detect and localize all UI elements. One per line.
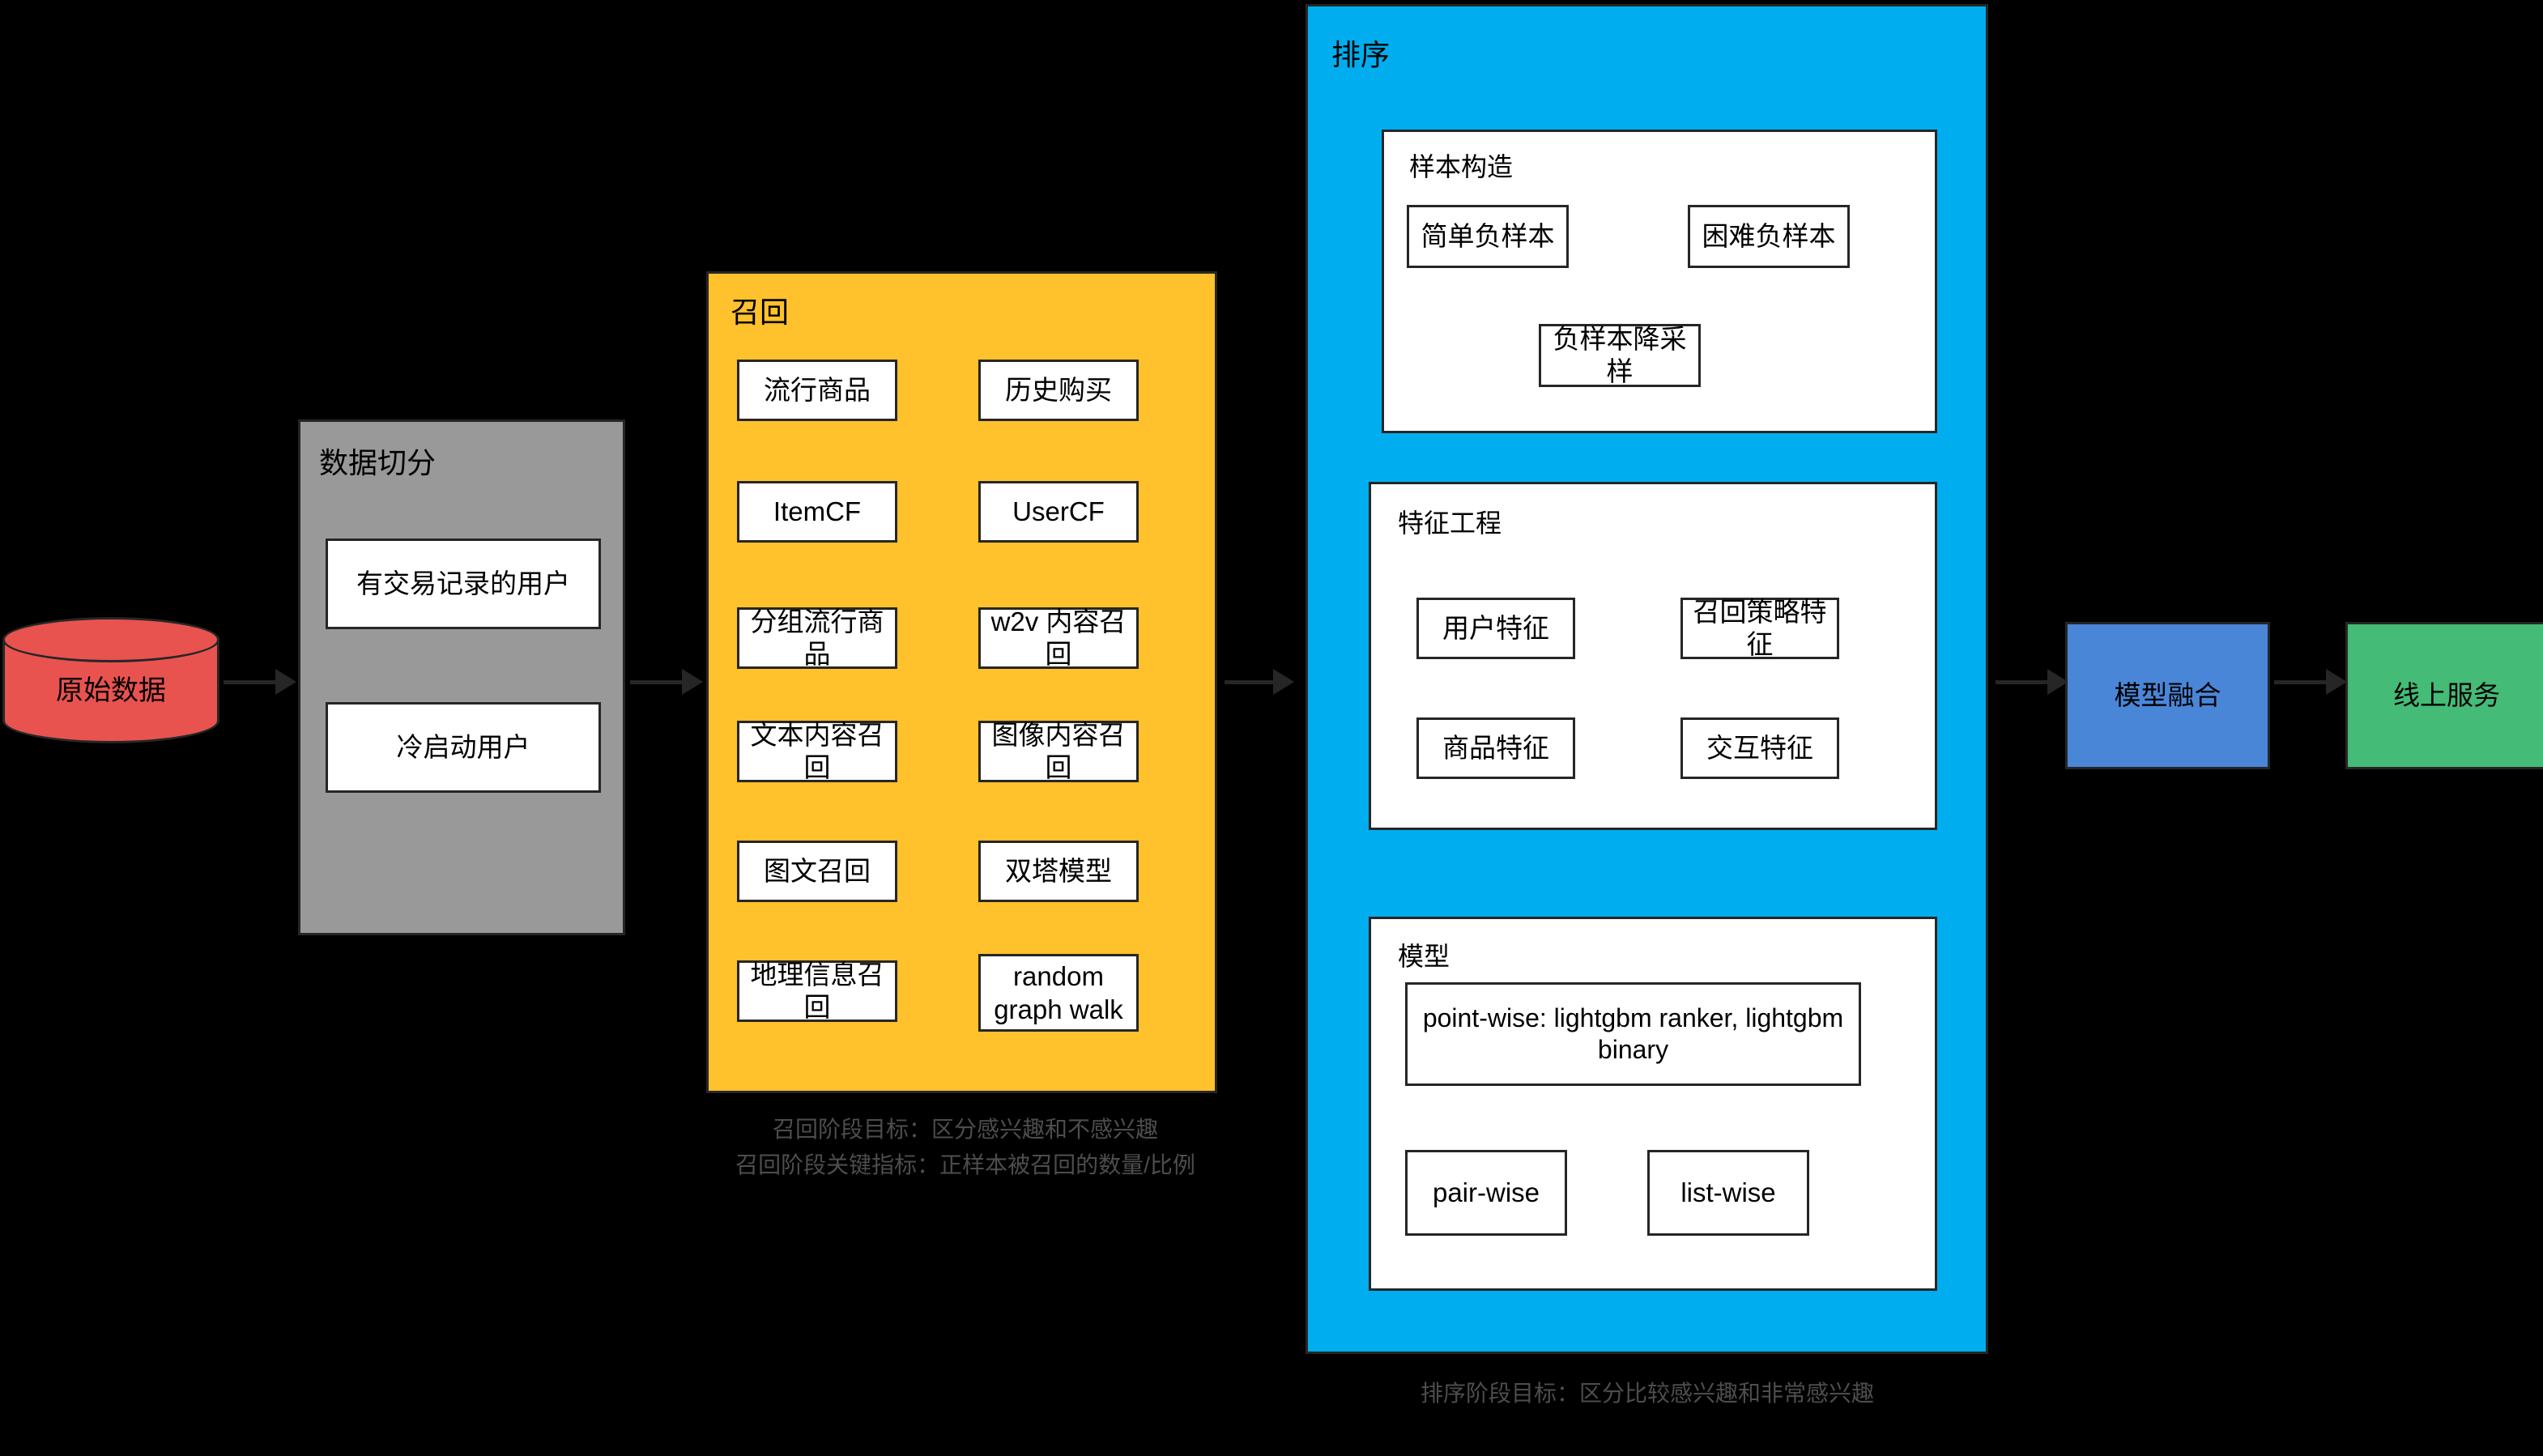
recall-item-5[interactable]: w2v 内容召回 <box>978 607 1139 669</box>
stage-recall-title: 召回 <box>731 296 790 329</box>
recall-item-10[interactable]: 地理信息召回 <box>737 960 897 1022</box>
ranking-panel-sample-construction-title: 样本构造 <box>1409 152 1514 181</box>
arrow-model-fusion-to-online-service-line <box>2274 680 2328 684</box>
online-service-node[interactable]: 线上服务 <box>2345 622 2543 769</box>
raw-data-label: 原始数据 <box>56 675 166 706</box>
feature-engineering-item-0[interactable]: 用户特征 <box>1416 598 1575 659</box>
sample-construction-item-1[interactable]: 困难负样本 <box>1688 205 1850 268</box>
raw-data-cylinder[interactable]: 原始数据 <box>2 617 219 743</box>
ranking-panel-model-title: 模型 <box>1398 942 1450 971</box>
feature-engineering-item-1[interactable]: 召回策略特征 <box>1680 597 1839 659</box>
arrow-model-fusion-to-online-service-head <box>2326 669 2347 695</box>
arrow-data-split-to-recall-head <box>682 669 703 695</box>
ranking-caption-0: 排序阶段目标：区分比较感兴趣和非常感兴趣 <box>1420 1381 1874 1406</box>
recall-item-1[interactable]: 历史购买 <box>978 360 1139 421</box>
data-split-item-0[interactable]: 有交易记录的用户 <box>326 539 601 629</box>
model-fusion-node[interactable]: 模型融合 <box>2065 622 2270 769</box>
recall-item-0[interactable]: 流行商品 <box>737 360 897 421</box>
stage-data-split[interactable] <box>298 419 625 935</box>
feature-engineering-item-3[interactable]: 交互特征 <box>1680 717 1839 779</box>
arrow-recall-to-ranking-line <box>1225 680 1275 684</box>
arrow-ranking-to-model-fusion-line <box>1996 680 2049 684</box>
recall-caption-1: 召回阶段关键指标：正样本被召回的数量/比例 <box>735 1152 1195 1177</box>
recall-item-8[interactable]: 图文召回 <box>737 841 897 902</box>
arrow-raw-data-to-data-split-head <box>275 669 296 695</box>
recall-item-2[interactable]: ItemCF <box>737 481 897 543</box>
cylinder-top-ellipse <box>2 617 219 662</box>
arrow-raw-data-to-data-split-line <box>224 680 277 684</box>
feature-engineering-item-2[interactable]: 商品特征 <box>1416 717 1575 779</box>
recall-caption-0: 召回阶段目标：区分感兴趣和不感兴趣 <box>772 1117 1158 1142</box>
arrow-recall-to-ranking-head <box>1273 669 1294 695</box>
ranking-panel-feature-engineering-title: 特征工程 <box>1398 509 1502 538</box>
recall-item-9[interactable]: 双塔模型 <box>978 841 1139 902</box>
recall-item-4[interactable]: 分组流行商品 <box>737 607 897 669</box>
stage-data-split-title: 数据切分 <box>319 446 437 479</box>
model-item-2[interactable]: list-wise <box>1647 1150 1809 1236</box>
model-item-1[interactable]: pair-wise <box>1405 1150 1567 1236</box>
diagram-canvas: 原始数据 数据切分 有交易记录的用户 冷启动用户 召回 流行商品 历史购买 It… <box>0 0 2543 1456</box>
sample-construction-item-2[interactable]: 负样本降采样 <box>1539 324 1701 387</box>
model-item-0[interactable]: point-wise: lightgbm ranker, lightgbm bi… <box>1405 982 1861 1086</box>
data-split-item-1[interactable]: 冷启动用户 <box>326 702 601 793</box>
sample-construction-item-0[interactable]: 简单负样本 <box>1407 205 1569 268</box>
recall-item-3[interactable]: UserCF <box>978 481 1139 543</box>
recall-item-11[interactable]: random graph walk <box>978 954 1139 1032</box>
stage-ranking-title: 排序 <box>1331 38 1391 71</box>
arrow-data-split-to-recall-line <box>630 680 684 684</box>
recall-item-6[interactable]: 文本内容召回 <box>737 720 897 782</box>
recall-item-7[interactable]: 图像内容召回 <box>978 720 1139 782</box>
